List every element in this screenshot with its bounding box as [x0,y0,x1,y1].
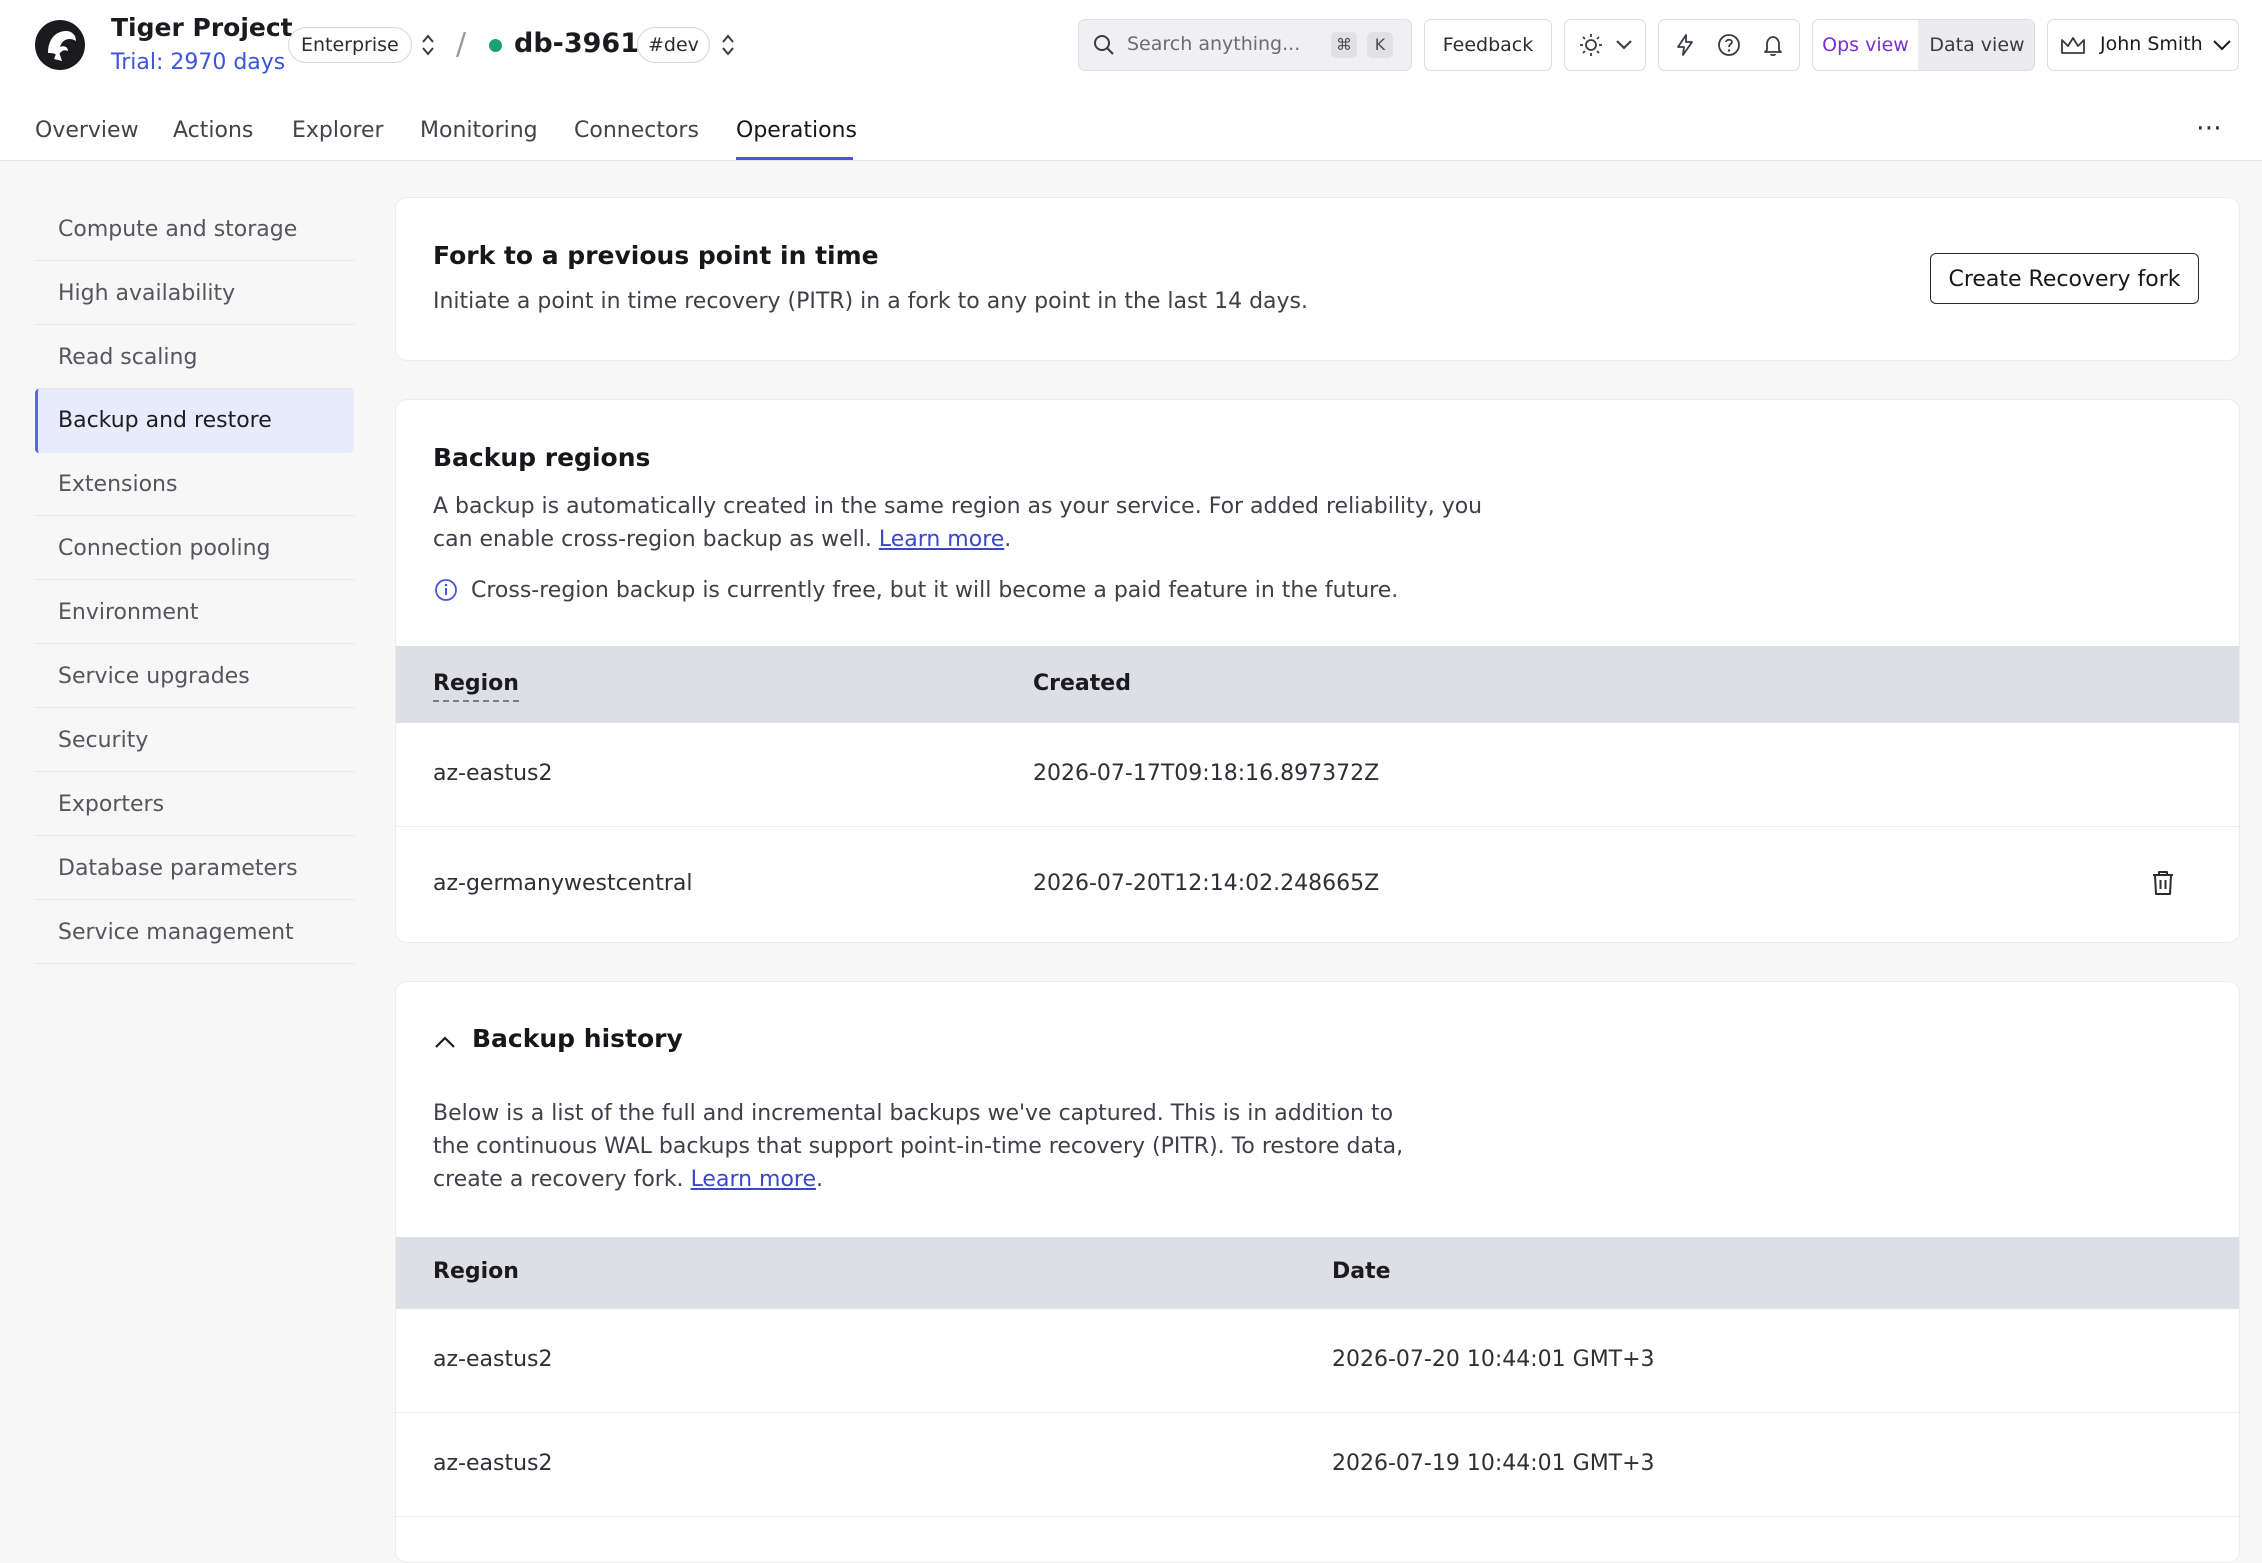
column-header-region: Region [433,1259,519,1284]
sun-icon [1580,34,1602,56]
learn-more-link[interactable]: Learn more [879,527,1004,552]
description-line: Below is a list of the full and incremen… [433,1101,1394,1126]
trial-link[interactable]: Trial: 2970 days [111,50,285,75]
theme-toggle-button[interactable] [1564,19,1646,71]
table-row: az-eastus2 2026-07-17T09:18:16.897372Z [396,723,2239,827]
active-tab-indicator [736,157,853,160]
sidebar-item-extensions[interactable]: Extensions [35,453,354,516]
chevron-updown-icon[interactable] [720,32,736,58]
tab-operations[interactable]: Operations [736,118,857,143]
breadcrumb-separator: / [456,27,467,62]
description-line: A backup is automatically created in the… [433,494,1483,519]
sidebar-item-security[interactable]: Security [35,709,354,772]
sidebar-item-exporters[interactable]: Exporters [35,773,354,836]
sidebar-item-connection-pooling[interactable]: Connection pooling [35,517,354,580]
sidebar-item-backup-and-restore[interactable]: Backup and restore [35,389,354,453]
ops-view-button[interactable]: Ops view [1813,20,1918,70]
sidebar-item-read-scaling[interactable]: Read scaling [35,326,354,389]
sidebar-item-environment[interactable]: Environment [35,581,354,644]
region-cell: az-germanywestcentral [433,871,693,896]
feedback-button[interactable]: Feedback [1424,19,1552,71]
info-icon [435,579,457,601]
sidebar-item-compute-and-storage[interactable]: Compute and storage [35,198,354,261]
chevron-down-icon [1616,40,1632,50]
created-cell: 2026-07-17T09:18:16.897372Z [1033,761,1380,786]
tab-actions[interactable]: Actions [173,118,253,143]
search-placeholder: Search anything... [1127,33,1301,55]
region-cell: az-eastus2 [433,1451,553,1476]
create-recovery-fork-button[interactable]: Create Recovery fork [1930,253,2199,304]
user-menu-button[interactable]: John Smith [2047,19,2239,71]
chevron-up-icon[interactable] [433,1034,457,1050]
trash-icon[interactable] [2150,869,2176,897]
created-cell: 2026-07-20T12:14:02.248665Z [1033,871,1380,896]
fork-card-description: Initiate a point in time recovery (PITR)… [433,289,1308,314]
lightning-icon[interactable] [1673,33,1697,57]
search-icon [1094,35,1114,55]
chevron-updown-icon[interactable] [420,32,436,58]
backup-regions-description: A backup is automatically created in the… [433,490,1482,556]
search-input[interactable]: Search anything... ⌘ K [1078,19,1412,71]
date-cell: 2026-07-19 10:44:01 GMT+3 [1332,1451,1655,1476]
region-cell: az-eastus2 [433,1347,553,1372]
backup-history-card: Backup history Below is a list of the fu… [395,981,2240,1563]
chevron-down-icon [2213,40,2231,51]
fork-card-title: Fork to a previous point in time [433,241,879,270]
date-cell: 2026-07-20 10:44:01 GMT+3 [1332,1347,1655,1372]
backup-regions-card: Backup regions A backup is automatically… [395,399,2240,943]
learn-more-link[interactable]: Learn more [691,1167,816,1192]
table-row: az-eastus2 2026-07-19 10:44:01 GMT+3 [396,1413,2239,1517]
column-header-date: Date [1332,1259,1391,1284]
data-view-button[interactable]: Data view [1918,20,2034,70]
tab-overview[interactable]: Overview [35,118,139,143]
project-name[interactable]: Tiger Project [111,13,293,42]
tab-explorer[interactable]: Explorer [292,118,384,143]
user-name: John Smith [2100,33,2203,55]
bell-icon[interactable] [1761,33,1785,57]
column-header-region[interactable]: Region [433,671,519,702]
sidebar-item-high-availability[interactable]: High availability [35,262,354,325]
period: . [1004,527,1012,552]
top-header: Tiger Project Trial: 2970 days Enterpris… [0,0,2262,161]
region-cell: az-eastus2 [433,761,553,786]
history-table-header: Region Date [396,1237,2239,1309]
description-line: can enable cross-region backup as well. [433,527,872,552]
env-badge: #dev [637,27,710,63]
description-line: the continuous WAL backups that support … [433,1134,1404,1159]
sidebar-item-service-upgrades[interactable]: Service upgrades [35,645,354,708]
shortcut-key-cmd: ⌘ [1331,32,1357,58]
backup-regions-title: Backup regions [433,443,651,472]
column-header-created: Created [1033,671,1131,696]
tab-monitoring[interactable]: Monitoring [420,118,538,143]
cross-region-notice: Cross-region backup is currently free, b… [471,578,1399,603]
more-options-icon[interactable]: ⋯ [2196,113,2223,143]
plan-badge: Enterprise [288,27,412,63]
description-line: create a recovery fork. [433,1167,684,1192]
shortcut-key-k: K [1367,32,1393,58]
sidebar-item-database-parameters[interactable]: Database parameters [35,837,354,900]
table-row: az-germanywestcentral 2026-07-20T12:14:0… [396,827,2239,942]
fork-card: Fork to a previous point in time Initiat… [395,197,2240,361]
backup-history-description: Below is a list of the full and incremen… [433,1097,1403,1196]
service-status-dot [489,39,502,52]
tab-connectors[interactable]: Connectors [574,118,699,143]
table-row: az-eastus2 2026-07-20 10:44:01 GMT+3 [396,1309,2239,1413]
regions-table-header: Region Created [396,646,2239,723]
sidebar-item-service-management[interactable]: Service management [35,901,354,964]
quick-actions-group [1658,19,1800,71]
crown-icon [2061,37,2085,54]
tiger-logo-icon[interactable] [34,19,86,71]
view-toggle: Ops view Data view [1812,19,2035,71]
backup-history-title[interactable]: Backup history [472,1024,683,1053]
help-icon[interactable] [1717,33,1741,57]
period: . [816,1167,824,1192]
